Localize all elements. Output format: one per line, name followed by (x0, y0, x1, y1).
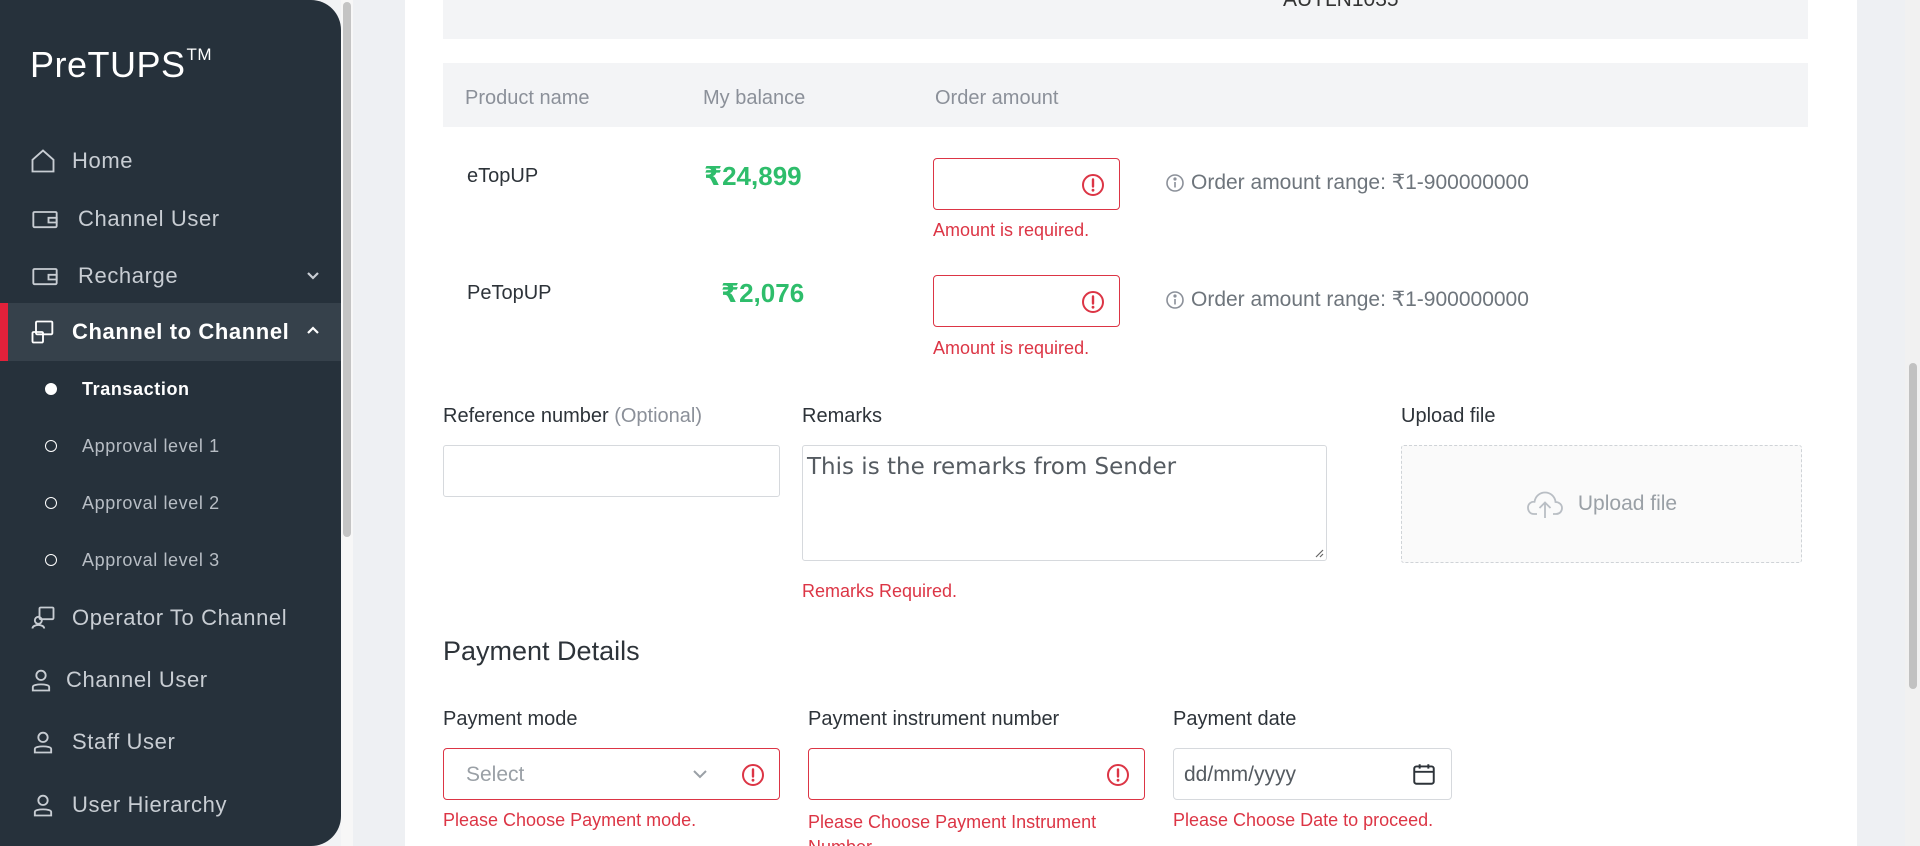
sidebar-item-recharge[interactable]: Recharge (0, 247, 341, 305)
sidebar-item-label: User Hierarchy (72, 792, 228, 817)
sidebar-subitem-label: Approval level 1 (82, 435, 220, 456)
payment-date-input[interactable]: dd/mm/yyyy (1173, 748, 1452, 800)
reference-number-input[interactable] (443, 445, 780, 497)
app-root: PreTUPSTM Home Channel User Recharge Cha… (0, 0, 1920, 846)
order-amount-error: Amount is required. (933, 220, 1090, 240)
upload-file-dropzone[interactable]: Upload file (1401, 445, 1802, 563)
payment-mode-label: Payment mode (443, 708, 578, 730)
calendar-icon[interactable] (1411, 761, 1437, 787)
payment-date-label: Payment date (1173, 708, 1297, 730)
resize-handle-icon (1315, 549, 1324, 558)
header-band: AUTLN1035 (443, 0, 1808, 39)
product-name: PeTopUP (467, 282, 552, 304)
operator-icon (28, 603, 58, 633)
sidebar-item-label: Channel to Channel (72, 319, 290, 344)
product-balance: ₹2,076 (721, 278, 805, 308)
order-amount-input[interactable] (933, 158, 1120, 210)
payment-date-placeholder: dd/mm/yyyy (1184, 763, 1297, 786)
remarks-label: Remarks (802, 405, 883, 427)
payment-mode-placeholder: Select (466, 763, 525, 786)
sidebar-item-channel-to-channel[interactable]: Channel to Channel (0, 303, 341, 361)
order-amount-error: Amount is required. (933, 338, 1090, 358)
sidebar-subitem-approval-1[interactable]: Approval level 1 (0, 426, 341, 466)
user-code: AUTLN1035 (1283, 0, 1399, 12)
user-icon (28, 727, 58, 757)
app-logo[interactable]: PreTUPSTM (30, 44, 212, 86)
chevron-down-icon (303, 265, 323, 285)
bullet-filled-icon (45, 383, 57, 395)
bullet-outline-icon (45, 440, 57, 452)
reference-label: Reference number (Optional) (443, 405, 703, 427)
chevron-up-icon (303, 321, 323, 341)
remarks-textarea[interactable]: This is the remarks from Sender (802, 445, 1327, 561)
page-scrollbar-thumb[interactable] (1909, 363, 1917, 689)
user-icon (26, 665, 56, 695)
sidebar-item-label: Home (72, 148, 134, 173)
sidebar-subitem-approval-2[interactable]: Approval level 2 (0, 483, 341, 523)
sidebar-item-staff-user[interactable]: Staff User (0, 713, 341, 771)
sidebar-subitem-transaction[interactable]: Transaction (0, 369, 341, 409)
payment-instrument-error: Please Choose Payment Instrument Number (808, 812, 1097, 846)
bullet-outline-icon (45, 497, 57, 509)
info-icon (1166, 290, 1184, 309)
payment-instrument-input[interactable] (808, 748, 1145, 800)
column-header-order-amount: Order amount (935, 87, 1059, 109)
error-icon (741, 763, 765, 787)
sidebar-item-home[interactable]: Home (0, 132, 341, 190)
upload-label: Upload file (1401, 405, 1496, 427)
payment-date-error: Please Choose Date to proceed. (1173, 810, 1434, 830)
payment-mode-select[interactable]: Select (443, 748, 780, 800)
info-icon (1166, 173, 1184, 192)
sidebar-item-user-hierarchy[interactable]: User Hierarchy (0, 776, 341, 834)
error-icon (1081, 290, 1105, 314)
wallet-icon (30, 261, 60, 291)
column-header-balance: My balance (703, 87, 806, 109)
sidebar: PreTUPSTM Home Channel User Recharge Cha… (0, 0, 341, 846)
sidebar-subitem-approval-3[interactable]: Approval level 3 (0, 540, 341, 580)
order-amount-input[interactable] (933, 275, 1120, 327)
sidebar-item-label: Operator To Channel (72, 605, 288, 630)
sidebar-item-channel-user-2[interactable]: Channel User (0, 651, 341, 709)
sidebar-subitem-label: Approval level 3 (82, 549, 220, 570)
sidebar-item-label: Staff User (72, 729, 176, 754)
error-icon (1106, 763, 1130, 787)
transfer-icon (28, 317, 58, 347)
home-icon (28, 146, 58, 176)
payment-mode-error: Please Choose Payment mode. (443, 810, 697, 830)
remarks-error: Remarks Required. (802, 581, 958, 601)
sidebar-item-label: Channel User (66, 667, 208, 692)
order-amount-range: Order amount range: ₹1-900000000 (1165, 170, 1529, 195)
error-icon (1081, 173, 1105, 197)
sidebar-item-operator-to-channel[interactable]: Operator To Channel (0, 589, 341, 647)
sidebar-item-label: Channel User (78, 206, 220, 231)
sidebar-scrollbar-thumb[interactable] (343, 2, 351, 537)
bullet-outline-icon (45, 554, 57, 566)
chevron-down-icon (689, 763, 711, 785)
sidebar-item-channel-user[interactable]: Channel User (0, 190, 341, 248)
product-name: eTopUP (467, 165, 539, 187)
payment-instrument-label: Payment instrument number (808, 708, 1060, 730)
sidebar-subitem-label: Approval level 2 (82, 492, 220, 513)
sidebar-item-label: Recharge (78, 263, 179, 288)
column-header-product: Product name (465, 87, 590, 109)
product-table-header: Product name My balance Order amount (443, 63, 1808, 127)
order-amount-range: Order amount range: ₹1-900000000 (1165, 287, 1529, 312)
user-icon (28, 790, 58, 820)
cloud-upload-icon (1526, 491, 1563, 518)
sidebar-subitem-label: Transaction (82, 378, 190, 399)
product-balance: ₹24,899 (704, 161, 802, 191)
wallet-icon (30, 204, 60, 234)
payment-details-title: Payment Details (443, 636, 640, 666)
